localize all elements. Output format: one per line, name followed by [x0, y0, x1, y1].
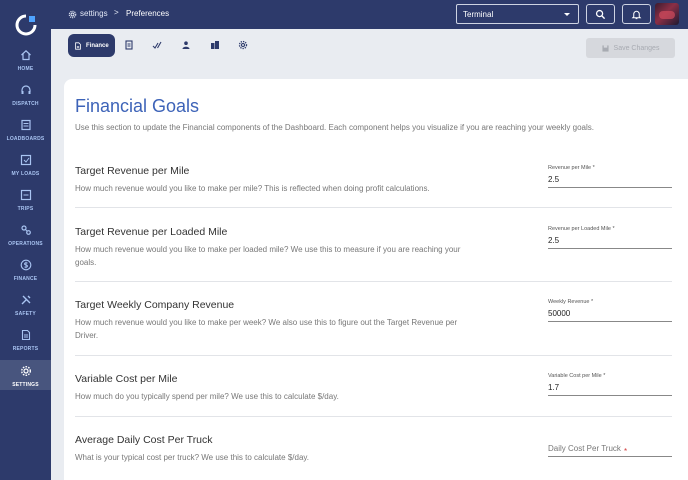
sidebar-item-home[interactable]: HOME: [0, 47, 51, 80]
section-description: How much revenue would you like to make …: [75, 245, 461, 267]
operations-icon: [20, 225, 31, 235]
section-title: Target Revenue per Loaded Mile: [75, 226, 228, 238]
variable-cost-field: Variable Cost per Mile *: [548, 373, 672, 396]
sidebar-item-settings[interactable]: SETTINGS: [0, 360, 51, 390]
breadcrumb-settings[interactable]: settings: [80, 9, 108, 18]
gear-icon: [238, 40, 248, 50]
sidebar-item-label: FINANCE: [13, 276, 38, 282]
home-icon: [20, 49, 31, 61]
tab-settings[interactable]: [238, 37, 248, 50]
section-title: Target Revenue per Mile: [75, 165, 190, 177]
tab-user[interactable]: [181, 37, 191, 49]
revenue-per-mile-input[interactable]: [548, 174, 672, 188]
weekly-revenue-input[interactable]: [548, 308, 672, 322]
building-icon: [211, 41, 219, 49]
section-title: Target Weekly Company Revenue: [75, 299, 235, 311]
financial-goals-card: Financial Goals Use this section to upda…: [64, 79, 688, 480]
daily-cost-input-wrapper: *: [548, 443, 672, 457]
field-label: Variable Cost per Mile *: [548, 373, 606, 379]
tab-checklist[interactable]: [152, 37, 162, 49]
save-changes-label: Save Changes: [613, 44, 660, 52]
search-button[interactable]: [586, 4, 615, 24]
tab-finance-label: Finance: [86, 42, 109, 49]
sidebar-item-label: SETTINGS: [12, 382, 39, 388]
breadcrumb-current: Preferences: [126, 9, 170, 18]
section-description: How much do you typically spend per mile…: [75, 392, 339, 401]
list-board-icon: [20, 119, 31, 131]
gear-icon: [68, 10, 77, 19]
notifications-button[interactable]: [622, 4, 651, 24]
field-label: Weekly Revenue *: [548, 299, 594, 305]
sidebar-item-label: HOME: [17, 66, 34, 72]
checklist-icon: [152, 41, 162, 49]
daily-cost-field: *: [548, 440, 672, 457]
divider: [75, 416, 672, 417]
document-icon: [125, 40, 133, 50]
required-marker: *: [624, 447, 628, 456]
bell-icon: [631, 10, 642, 19]
sidebar-item-label: TRIPS: [17, 206, 34, 212]
save-icon: [601, 44, 609, 52]
sidebar-item-label: DISPATCH: [12, 101, 39, 107]
variable-cost-input[interactable]: [548, 382, 672, 396]
app-logo-icon[interactable]: [15, 14, 37, 36]
chevron-down-icon: [564, 13, 570, 16]
divider: [75, 355, 672, 356]
search-icon: [595, 9, 606, 19]
user-icon: [182, 41, 190, 49]
sidebar-item-label: MY LOADS: [11, 171, 40, 177]
section-description: How much revenue would you like to make …: [75, 184, 430, 193]
tab-finance[interactable]: Finance: [68, 34, 115, 57]
sidebar-item-label: SAFETY: [15, 311, 36, 317]
section-title: Variable Cost per Mile: [75, 373, 178, 385]
sidebar-item-loadboards[interactable]: LOADBOARDS: [0, 117, 51, 150]
sidebar: HOME DISPATCH LOADBOARDS MY LOADS TRIPS …: [0, 0, 51, 480]
divider: [75, 281, 672, 282]
terminal-select-value: Terminal: [463, 10, 494, 19]
section-description: How much revenue would you like to make …: [75, 318, 458, 340]
sidebar-item-finance[interactable]: FINANCE: [0, 257, 51, 290]
daily-cost-input[interactable]: [548, 443, 672, 457]
sidebar-item-reports[interactable]: REPORTS: [0, 327, 51, 360]
revenue-per-loaded-mile-input[interactable]: [548, 235, 672, 249]
divider: [75, 207, 672, 208]
sidebar-item-label: LOADBOARDS: [6, 136, 45, 142]
terminal-select[interactable]: Terminal: [456, 4, 579, 24]
top-bar: settings > Preferences Terminal: [51, 0, 688, 29]
tab-documents[interactable]: [124, 37, 134, 50]
section-title: Average Daily Cost Per Truck: [75, 434, 213, 446]
page-title: Financial Goals: [75, 96, 200, 116]
tools-icon: [21, 295, 30, 305]
sidebar-item-operations[interactable]: OPERATIONS: [0, 222, 51, 255]
tab-company[interactable]: [210, 37, 220, 49]
gear-icon: [20, 365, 31, 377]
field-label: Revenue per Mile *: [548, 165, 595, 171]
sidebar-item-label: REPORTS: [12, 346, 39, 352]
sidebar-item-my-loads[interactable]: MY LOADS: [0, 152, 51, 185]
dollar-icon: [20, 259, 31, 271]
breadcrumb-separator: >: [114, 8, 119, 17]
save-changes-button[interactable]: Save Changes: [586, 38, 675, 58]
sidebar-item-safety[interactable]: SAFETY: [0, 292, 51, 325]
document-icon: [75, 41, 81, 50]
headset-icon: [20, 85, 31, 94]
field-label: Revenue per Loaded Mile *: [548, 226, 615, 232]
sidebar-item-trips[interactable]: TRIPS: [0, 187, 51, 220]
sidebar-item-dispatch[interactable]: DISPATCH: [0, 82, 51, 115]
section-description: What is your typical cost per truck? We …: [75, 453, 310, 462]
revenue-per-mile-field: Revenue per Mile *: [548, 165, 672, 188]
page-description: Use this section to update the Financial…: [75, 123, 594, 132]
avatar[interactable]: [655, 3, 679, 25]
sidebar-item-label: OPERATIONS: [8, 241, 43, 247]
weekly-revenue-field: Weekly Revenue *: [548, 299, 672, 322]
loads-icon: [20, 154, 31, 166]
revenue-per-loaded-mile-field: Revenue per Loaded Mile *: [548, 226, 672, 249]
trips-icon: [20, 189, 31, 201]
report-icon: [21, 329, 30, 341]
